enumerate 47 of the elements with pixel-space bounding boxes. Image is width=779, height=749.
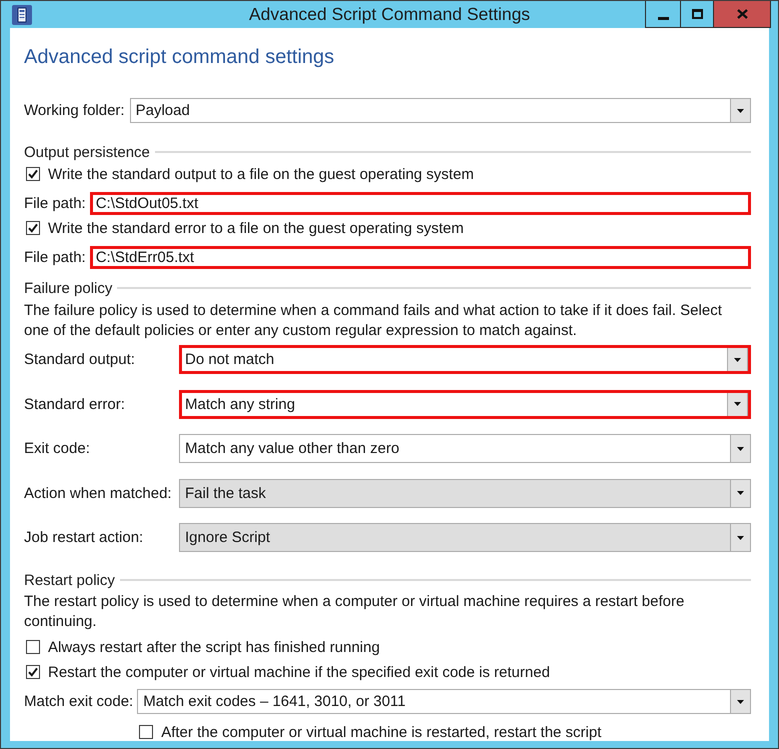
text-field[interactable]: C:\StdOut05.txt [90, 192, 751, 215]
caret-icon [727, 392, 748, 416]
checkbox-label: After the computer or virtual machine is restarted, restart the script [161, 724, 602, 740]
dropdown[interactable]: Match exit codes – 1641, 3010, or 3011 [137, 689, 751, 714]
description-text: The restart policy is used to determine when a computer or virtual machine requires a restart before continuing. [24, 592, 686, 632]
text-field[interactable]: C:\StdErr05.txt [90, 246, 751, 269]
caret-icon [730, 690, 750, 713]
checkbox[interactable] [26, 221, 40, 235]
field-label: Standard error: [24, 396, 126, 412]
dropdown[interactable]: Do not match [179, 345, 751, 374]
page-heading: Advanced script command settings [24, 46, 334, 68]
field-label: Standard output: [24, 351, 136, 368]
section-title: Failure policy [24, 280, 112, 296]
dropdown[interactable]: Match any string [179, 390, 751, 418]
checkbox-label: Write the standard error to a file on the guest operating system [48, 220, 464, 236]
close-icon [736, 9, 748, 19]
checkbox-label: Write the standard output to a file on the guest operating system [48, 166, 474, 182]
minimize-icon [658, 16, 668, 20]
checkbox-label: Always restart after the script has finished running [48, 638, 380, 656]
field-label: File path: [24, 249, 86, 266]
description-text: The failure policy is used to determine when a command fails and what action to take if it does fail. Select one of the default policies or enter any custom regular expression to match against. [24, 301, 723, 341]
app-icon [12, 4, 32, 24]
field-label: Exit code: [24, 440, 91, 457]
checkbox[interactable] [26, 665, 40, 679]
checkbox[interactable] [26, 167, 40, 181]
caret-icon [730, 524, 750, 551]
maximize-icon [692, 9, 702, 19]
dropdown[interactable]: Fail the task [179, 478, 751, 508]
window-title: Advanced Script Command Settings [248, 4, 530, 25]
field-label: Job restart action: [24, 529, 144, 546]
checkbox[interactable] [26, 640, 40, 654]
field-label: Action when matched: [24, 484, 173, 502]
caret-icon [730, 99, 750, 122]
caret-icon [730, 435, 750, 462]
field-label: Working folder: [24, 102, 125, 119]
section-title: Restart policy [24, 572, 115, 588]
dropdown[interactable]: Payload [130, 98, 751, 123]
dropdown[interactable]: Ignore Script [179, 523, 751, 552]
dropdown[interactable]: Match any value other than zero [179, 434, 751, 463]
field-label: Match exit code: [24, 693, 134, 710]
caret-icon [730, 480, 750, 506]
checkbox[interactable] [139, 725, 154, 739]
checkbox-label: Restart the computer or virtual machine if the specified exit code is returned [48, 664, 550, 680]
field-label: File path: [24, 195, 86, 212]
close-button[interactable] [714, 1, 770, 27]
section-title: Output persistence [24, 144, 150, 160]
caret-icon [727, 348, 748, 371]
